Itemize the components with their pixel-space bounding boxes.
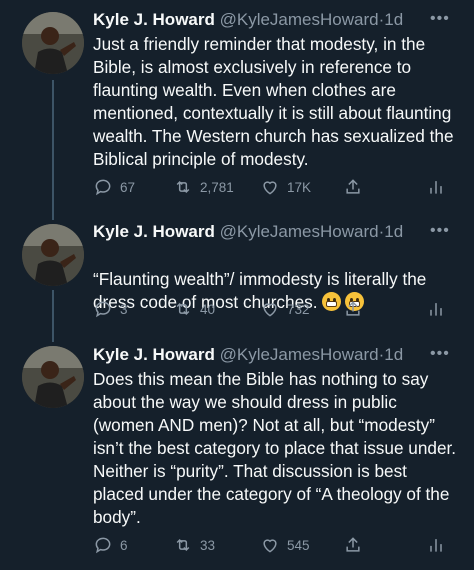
like-icon — [263, 303, 277, 317]
reply-count: 6 — [120, 537, 128, 553]
like-button[interactable]: 545 — [260, 534, 310, 556]
like-count: 732 — [287, 301, 310, 317]
like-button[interactable]: 732 — [260, 298, 310, 320]
retweet-count: 33 — [200, 537, 216, 553]
reply-button[interactable]: 67 — [93, 176, 135, 198]
more-options-icon[interactable]: ••• — [430, 222, 450, 240]
retweet-icon — [176, 302, 190, 316]
tweet[interactable]: Kyle J. Howard @KyleJamesHoward·1d ••• “… — [0, 212, 474, 332]
tweet-actions: 67 2,781 17K — [93, 176, 453, 198]
tweet-actions: 6 33 545 — [93, 534, 453, 556]
avatar[interactable] — [22, 224, 84, 286]
display-name[interactable]: Kyle J. Howard — [93, 222, 215, 241]
reply-icon — [95, 301, 111, 318]
analytics-button[interactable] — [426, 298, 446, 320]
like-icon — [263, 181, 277, 195]
tweet-text: Does this mean the Bible has nothing to … — [93, 369, 457, 527]
share-icon — [346, 537, 360, 552]
share-icon — [346, 179, 360, 194]
analytics-icon — [430, 303, 442, 316]
reply-count: 67 — [120, 179, 136, 195]
analytics-button[interactable] — [426, 176, 446, 198]
timestamp[interactable]: 1d — [384, 345, 403, 364]
reply-icon — [95, 537, 111, 554]
analytics-icon — [430, 539, 442, 552]
timestamp[interactable]: 1d — [384, 222, 403, 241]
tweet[interactable]: Kyle J. Howard @KyleJamesHoward·1d ••• J… — [0, 0, 474, 210]
avatar[interactable] — [22, 346, 84, 408]
like-count: 17K — [287, 179, 312, 195]
reply-button[interactable]: 3 — [93, 298, 128, 320]
retweet-button[interactable]: 40 — [173, 298, 215, 320]
analytics-icon — [430, 181, 442, 194]
tweet[interactable]: Kyle J. Howard @KyleJamesHoward·1d ••• D… — [0, 336, 474, 570]
analytics-button[interactable] — [426, 534, 446, 556]
reply-count: 3 — [120, 301, 128, 317]
tweet-header: Kyle J. Howard @KyleJamesHoward·1d — [93, 9, 403, 31]
share-button[interactable] — [343, 534, 363, 556]
share-icon — [346, 301, 360, 316]
timestamp[interactable]: 1d — [384, 10, 403, 29]
tweet-header: Kyle J. Howard @KyleJamesHoward·1d — [93, 221, 403, 243]
retweet-button[interactable]: 33 — [173, 534, 215, 556]
avatar[interactable] — [22, 12, 84, 74]
display-name[interactable]: Kyle J. Howard — [93, 10, 215, 29]
reply-button[interactable]: 6 — [93, 534, 128, 556]
tweet-header: Kyle J. Howard @KyleJamesHoward·1d — [93, 344, 403, 366]
user-handle[interactable]: @KyleJamesHoward — [220, 345, 379, 364]
retweet-icon — [176, 538, 190, 552]
tweet-actions: 3 40 732 — [93, 298, 453, 320]
like-count: 545 — [287, 537, 310, 553]
tweet-text: Just a friendly reminder that modesty, i… — [93, 34, 454, 169]
retweet-icon — [176, 180, 190, 194]
more-options-icon[interactable]: ••• — [430, 10, 450, 28]
user-handle[interactable]: @KyleJamesHoward — [220, 222, 379, 241]
reply-icon — [95, 179, 111, 196]
retweet-count: 2,781 — [200, 179, 234, 195]
share-button[interactable] — [343, 298, 363, 320]
display-name[interactable]: Kyle J. Howard — [93, 345, 215, 364]
retweet-count: 40 — [200, 301, 216, 317]
retweet-button[interactable]: 2,781 — [173, 176, 234, 198]
more-options-icon[interactable]: ••• — [430, 345, 450, 363]
user-handle[interactable]: @KyleJamesHoward — [220, 10, 379, 29]
like-button[interactable]: 17K — [260, 176, 311, 198]
like-icon — [263, 539, 277, 553]
share-button[interactable] — [343, 176, 363, 198]
